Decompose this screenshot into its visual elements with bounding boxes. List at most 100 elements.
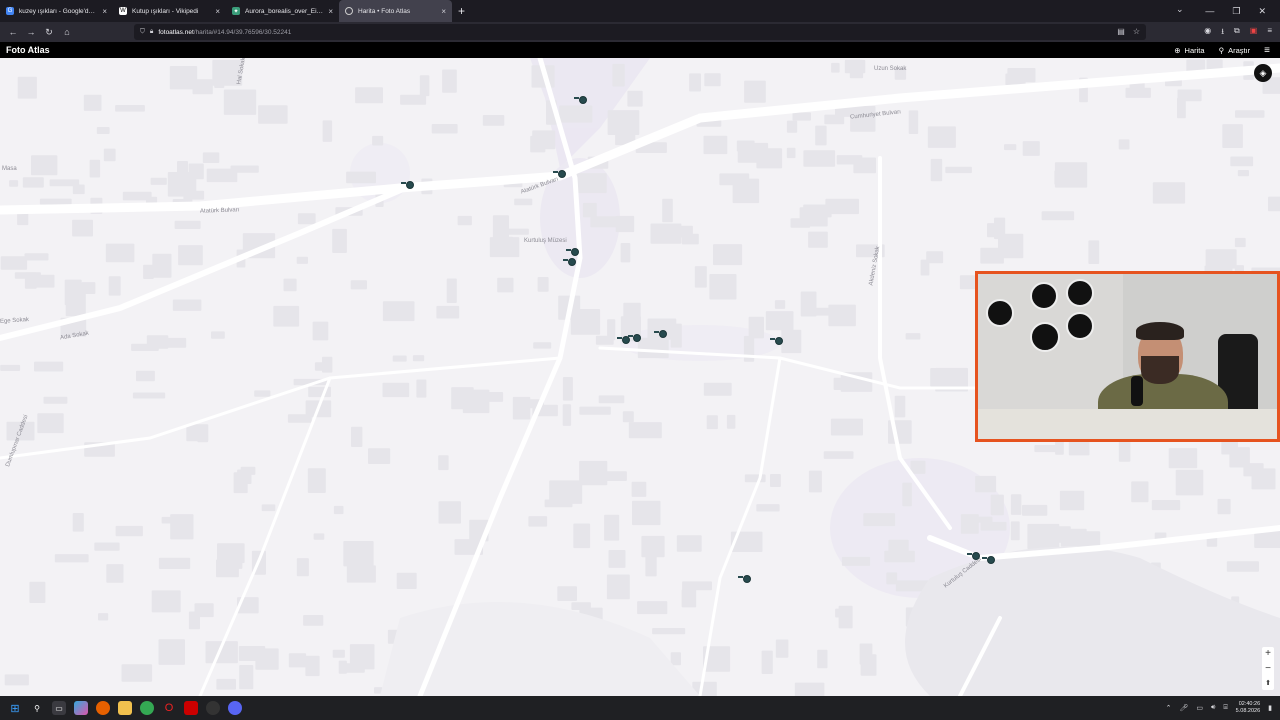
- photo-marker[interactable]: [967, 552, 980, 560]
- photo-marker[interactable]: [401, 181, 414, 189]
- tab-wikipedia[interactable]: W Kutup ışıkları - Vikipedi ×: [113, 0, 226, 22]
- forward-icon[interactable]: →: [22, 27, 40, 37]
- system-clock[interactable]: 02:40:26 5.08.2026: [1236, 701, 1260, 715]
- wikipedia-icon: W: [119, 7, 127, 15]
- building: [372, 135, 384, 146]
- building: [115, 105, 145, 112]
- new-tab-button[interactable]: +: [458, 4, 465, 18]
- street-label: Kurtuluş Müzesi: [524, 238, 567, 244]
- hamburger-menu-icon[interactable]: ≡: [1264, 45, 1270, 56]
- chevron-up-icon[interactable]: ⌃: [1166, 704, 1172, 712]
- photo-marker[interactable]: [654, 330, 667, 338]
- app-icon[interactable]: [184, 701, 198, 715]
- home-icon[interactable]: ⌂: [58, 27, 76, 37]
- firefox-icon[interactable]: [96, 701, 110, 715]
- building: [34, 361, 64, 372]
- address-bar[interactable]: ⛉ 🔒︎ fotoatlas.net/harita/#14.94/39.7659…: [134, 24, 1146, 40]
- volume-icon[interactable]: 🔊︎: [1211, 704, 1215, 712]
- building: [296, 558, 309, 577]
- building: [346, 171, 376, 184]
- building: [815, 125, 827, 146]
- close-tab-icon[interactable]: ×: [328, 7, 333, 16]
- building: [902, 482, 912, 507]
- extension-icon[interactable]: ◉: [1204, 26, 1211, 40]
- downloads-icon[interactable]: ⭳: [1221, 26, 1224, 40]
- photo-marker[interactable]: [628, 334, 641, 342]
- building: [211, 331, 225, 339]
- webcam-desk: [978, 409, 1277, 439]
- maximize-icon[interactable]: ❐: [1232, 6, 1240, 17]
- close-tab-icon[interactable]: ×: [102, 7, 107, 16]
- building: [151, 590, 181, 613]
- photo-marker[interactable]: [563, 258, 576, 266]
- photo-marker[interactable]: [566, 248, 579, 256]
- building: [774, 300, 786, 309]
- windows-start-icon[interactable]: ⊞: [8, 701, 22, 715]
- building: [239, 665, 254, 690]
- building: [158, 639, 185, 665]
- opera-icon[interactable]: O: [162, 701, 176, 715]
- display-icon[interactable]: ▭: [1196, 704, 1203, 712]
- photo-marker[interactable]: [617, 336, 630, 344]
- tab-google-search[interactable]: G kuzey ışıkları - Google'da Ara ×: [0, 0, 113, 22]
- network-icon[interactable]: ⌸: [1223, 704, 1227, 712]
- photo-marker[interactable]: [982, 556, 995, 564]
- building: [537, 277, 549, 292]
- building: [307, 468, 326, 493]
- chevron-down-icon[interactable]: ⌄: [1176, 4, 1184, 15]
- search-icon[interactable]: ⚲: [30, 701, 44, 715]
- close-tab-icon[interactable]: ×: [215, 7, 220, 16]
- building: [528, 516, 548, 527]
- tab-foto-atlas[interactable]: Harita • Foto Atlas ×: [339, 0, 452, 22]
- building: [804, 307, 835, 316]
- building: [631, 481, 647, 497]
- back-icon[interactable]: ←: [4, 27, 22, 37]
- notifications-icon[interactable]: ▮: [1268, 704, 1272, 712]
- compass-button[interactable]: ⬆: [1265, 677, 1271, 690]
- building: [400, 94, 427, 105]
- reader-view-icon[interactable]: ▤: [1117, 27, 1125, 36]
- reload-icon[interactable]: ↻: [40, 27, 58, 38]
- webcam-overlay: [975, 271, 1280, 442]
- lock-icon[interactable]: 🔒︎: [150, 28, 153, 36]
- layers-icon[interactable]: ◈: [1254, 64, 1272, 82]
- building: [1010, 521, 1020, 541]
- building: [841, 556, 871, 566]
- zoom-out-button[interactable]: −: [1265, 662, 1271, 675]
- shield-icon[interactable]: ⛉: [140, 28, 145, 36]
- zoom-in-button[interactable]: +: [1265, 647, 1271, 660]
- task-view-icon[interactable]: ▭: [52, 701, 66, 715]
- photo-marker[interactable]: [738, 575, 751, 583]
- site-logo[interactable]: Foto Atlas: [6, 45, 50, 55]
- building: [512, 396, 531, 420]
- building: [313, 533, 325, 540]
- webcam-person: [1141, 356, 1179, 384]
- file-explorer-icon[interactable]: [118, 701, 132, 715]
- site-nav: ⊕ Harita ⚲ Araştır ≡: [1174, 42, 1270, 58]
- close-tab-icon[interactable]: ×: [441, 7, 446, 16]
- photo-marker[interactable]: [574, 96, 587, 104]
- building: [143, 264, 154, 279]
- building: [620, 243, 631, 263]
- nav-map-link[interactable]: ⊕ Harita: [1174, 46, 1204, 55]
- building: [0, 256, 28, 270]
- discord-icon[interactable]: [228, 701, 242, 715]
- building: [355, 87, 383, 104]
- bookmark-star-icon[interactable]: ☆: [1133, 27, 1140, 36]
- chrome-icon[interactable]: [140, 701, 154, 715]
- tab-wikimedia-image[interactable]: ✦ Aurora_borealis_over_Eielson_A ×: [226, 0, 339, 22]
- microphone-icon[interactable]: 🎤︎: [1180, 704, 1189, 712]
- photo-marker[interactable]: [770, 337, 783, 345]
- building: [607, 110, 640, 135]
- building: [765, 311, 794, 331]
- close-window-icon[interactable]: ✕: [1258, 6, 1266, 17]
- nav-explore-link[interactable]: ⚲ Araştır: [1219, 46, 1251, 55]
- obs-icon[interactable]: [206, 701, 220, 715]
- photo-marker[interactable]: [553, 170, 566, 178]
- minimize-icon[interactable]: —: [1205, 6, 1214, 16]
- menu-icon[interactable]: ≡: [1267, 26, 1272, 40]
- microphone: [1131, 376, 1143, 406]
- copilot-icon[interactable]: [74, 701, 88, 715]
- puzzle-icon[interactable]: ⧉: [1234, 26, 1240, 40]
- profile-icon[interactable]: ▣: [1250, 26, 1258, 40]
